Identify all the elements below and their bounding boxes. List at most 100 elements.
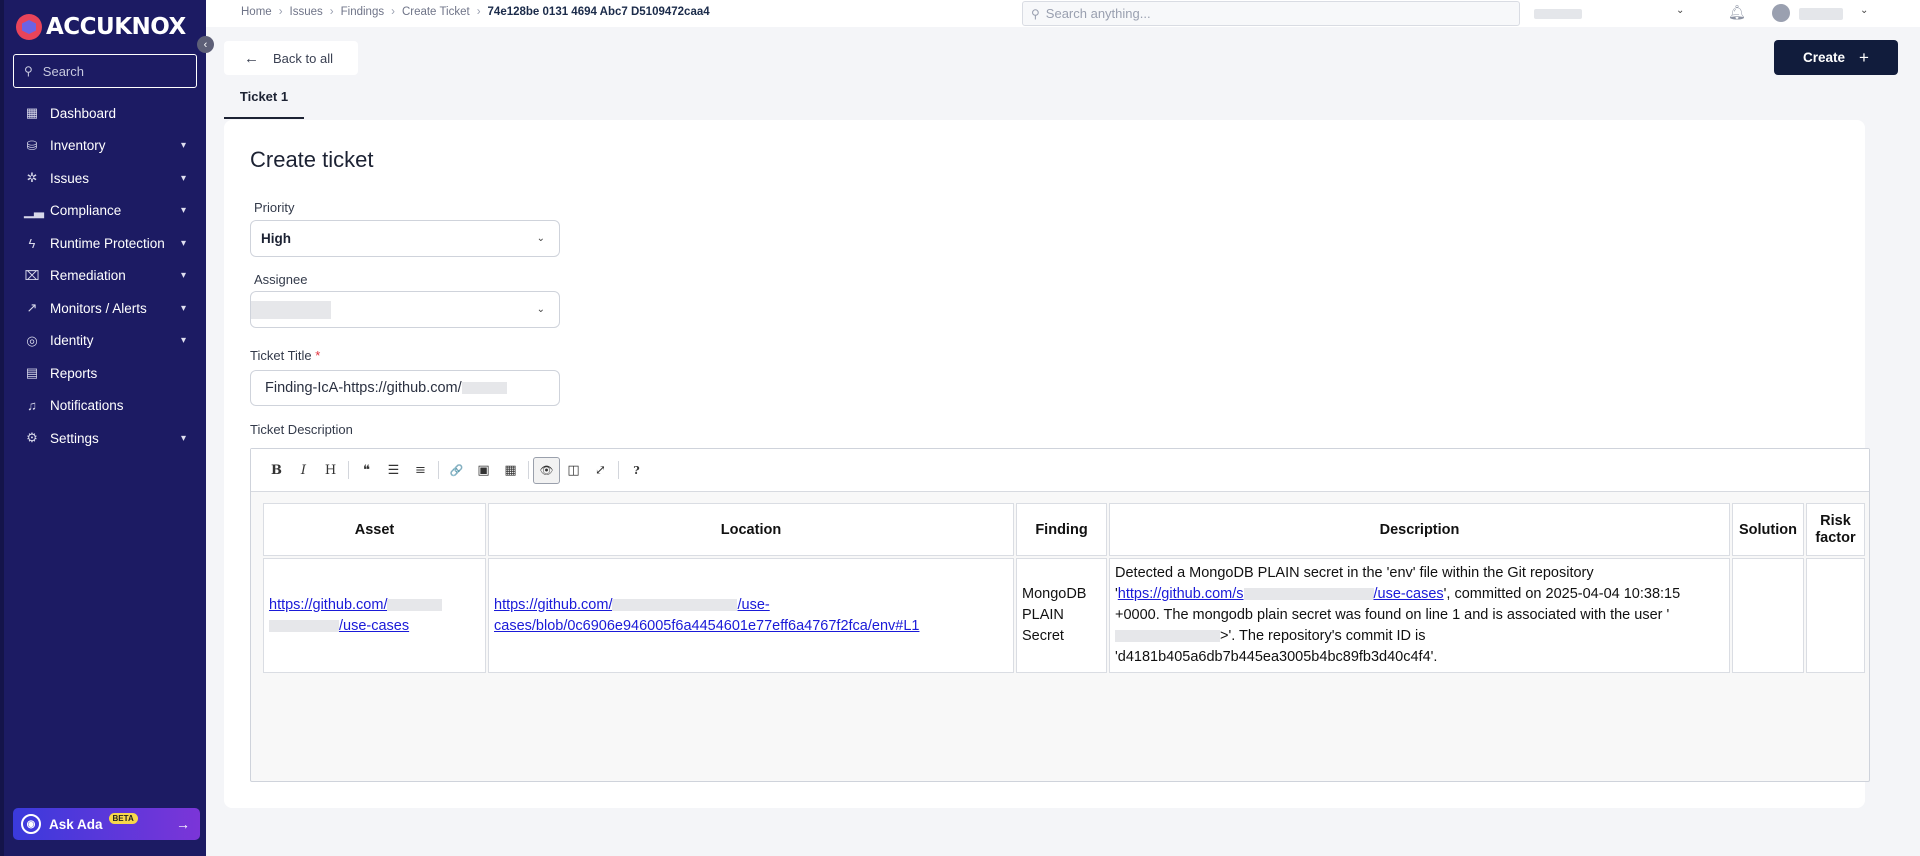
redacted-text bbox=[612, 598, 738, 611]
ticket-description-label: Ticket Description bbox=[250, 422, 353, 437]
ticket-title-input[interactable]: Finding-IcA-https://github.com/ bbox=[250, 370, 560, 406]
collapse-sidebar-button[interactable]: ‹ bbox=[197, 36, 214, 53]
risk-factor-cell bbox=[1806, 558, 1865, 673]
beta-badge: BETA bbox=[108, 812, 138, 824]
chevron-down-icon: ▾ bbox=[180, 140, 186, 152]
breadcrumb-separator-icon: › bbox=[476, 6, 481, 18]
user-name-redacted[interactable] bbox=[1799, 8, 1843, 20]
inventory-icon: ⛁ bbox=[26, 137, 38, 153]
help-icon[interactable]: ? bbox=[623, 457, 650, 484]
search-icon: ⚲ bbox=[1031, 6, 1040, 21]
accuknox-logo-icon bbox=[16, 14, 42, 40]
breadcrumb-findings[interactable]: Findings bbox=[341, 6, 384, 18]
sidebar-item-identity[interactable]: ◎ Identity ▾ bbox=[4, 325, 206, 358]
sidebar-item-settings[interactable]: ⚙ Settings ▾ bbox=[4, 422, 206, 455]
asset-link[interactable]: https://github.com/ /use-cases bbox=[269, 597, 443, 634]
assignee-value bbox=[251, 300, 331, 319]
tenant-selector-redacted[interactable] bbox=[1534, 9, 1582, 19]
repository-link-text: https://github.com/s bbox=[1117, 586, 1244, 602]
asset-cell: https://github.com/ /use-cases bbox=[263, 558, 486, 673]
priority-label: Priority bbox=[254, 200, 295, 215]
repository-link[interactable]: https://github.com/s/use-cases bbox=[1118, 586, 1444, 602]
sidebar-item-label: Identity bbox=[50, 333, 94, 349]
image-icon[interactable]: ▣ bbox=[470, 457, 497, 484]
required-marker: * bbox=[315, 348, 321, 363]
arrow-right-icon: → bbox=[176, 816, 190, 832]
ordered-list-icon[interactable]: ≡ bbox=[407, 457, 434, 484]
editor-toolbar: B I H ❝ ☰ ≡ 🔗 ▣ ▦ 👁 ◫ ⤢ ? bbox=[251, 449, 1869, 492]
priority-value: High bbox=[261, 231, 291, 246]
breadcrumb-home[interactable]: Home bbox=[241, 6, 272, 18]
italic-icon[interactable]: I bbox=[290, 457, 317, 484]
toolbar-divider bbox=[438, 461, 439, 479]
table-header: Location bbox=[488, 503, 1014, 556]
breadcrumb-separator-icon: › bbox=[391, 6, 395, 18]
breadcrumb-current: 74e128be 0131 4694 Abc7 D5109472caa4 bbox=[487, 6, 710, 18]
sidebar-item-label: Inventory bbox=[50, 138, 106, 154]
table-header: Finding bbox=[1016, 503, 1107, 556]
sidebar-item-dashboard[interactable]: ▦ Dashboard bbox=[4, 97, 206, 130]
create-ticket-card: Create ticket Priority High ⌄ Assignee ⌄… bbox=[224, 120, 1870, 808]
chevron-down-icon: ▾ bbox=[180, 270, 186, 282]
chevron-down-icon: ▾ bbox=[180, 205, 186, 217]
report-icon: ▤ bbox=[25, 365, 39, 381]
create-label: Create bbox=[1803, 50, 1846, 65]
sidebar: ACCUKNOX ‹ ⚲ Search ▦ Dashboard ⛁ Inventor… bbox=[0, 0, 214, 856]
ticket-title-value: Finding-IcA-https://github.com/ bbox=[265, 380, 462, 396]
findings-table: Asset Location Finding Description Solut… bbox=[261, 501, 1867, 675]
ask-ada-button[interactable]: ◉ Ask Ada BETA → bbox=[13, 808, 200, 840]
side-by-side-icon[interactable]: ◫ bbox=[560, 457, 587, 484]
fullscreen-icon[interactable]: ⤢ bbox=[587, 457, 614, 484]
location-cell: https://github.com/ /use-cases/blob/0c690… bbox=[488, 558, 1014, 673]
heading-icon[interactable]: H bbox=[317, 457, 344, 484]
chevron-down-icon[interactable]: ⌄ bbox=[1860, 5, 1868, 16]
sidebar-item-remediation[interactable]: ⌧ Remediation ▾ bbox=[4, 260, 206, 293]
compliance-icon: ▁▃ bbox=[24, 202, 44, 218]
global-search-input[interactable]: ⚲ Search anything... bbox=[1022, 1, 1520, 26]
preview-icon[interactable]: 👁 bbox=[533, 456, 560, 484]
location-link[interactable]: https://github.com/ /use-cases/blob/0c690… bbox=[494, 597, 919, 634]
top-bar: Home › Issues › Findings › Create Ticket › 7… bbox=[206, 0, 1920, 27]
bug-icon: ✲ bbox=[26, 170, 38, 186]
runtime-icon: ϟ bbox=[28, 235, 36, 251]
sidebar-item-inventory[interactable]: ⛁ Inventory ▾ bbox=[4, 130, 206, 163]
location-link-text: /use- bbox=[737, 596, 770, 613]
sidebar-nav: ▦ Dashboard ⛁ Inventory ▾ ✲ Issues ▾ ▁▃ Compli… bbox=[4, 97, 206, 455]
brand-logo[interactable]: ACCUKNOX bbox=[4, 0, 206, 54]
sidebar-item-issues[interactable]: ✲ Issues ▾ bbox=[4, 162, 206, 195]
sidebar-item-reports[interactable]: ▤ Reports bbox=[4, 357, 206, 390]
chevron-down-icon: ▾ bbox=[180, 432, 186, 444]
breadcrumb-create-ticket[interactable]: Create Ticket bbox=[402, 6, 470, 18]
breadcrumb: Home › Issues › Findings › Create Ticket › 7… bbox=[241, 6, 710, 18]
chevron-down-icon[interactable]: ⌄ bbox=[1676, 5, 1684, 16]
priority-select[interactable]: High ⌄ bbox=[250, 220, 560, 257]
chart-line-icon: ↗ bbox=[26, 300, 38, 316]
tab-ticket-1[interactable]: Ticket 1 bbox=[224, 87, 304, 119]
link-icon[interactable]: 🔗 bbox=[443, 457, 470, 484]
notification-bell-icon[interactable]: 🔔︎ bbox=[1728, 4, 1746, 21]
solution-cell bbox=[1732, 558, 1804, 673]
redacted-text bbox=[1243, 588, 1374, 601]
unordered-list-icon[interactable]: ☰ bbox=[380, 457, 407, 484]
sidebar-item-notifications[interactable]: ♫ Notifications bbox=[4, 390, 206, 423]
avatar[interactable] bbox=[1772, 4, 1790, 22]
sidebar-search-placeholder: Search bbox=[42, 63, 84, 79]
location-link-text: cases/blob/0c6906e946005f6a4454601e77eff… bbox=[494, 617, 920, 634]
ask-ada-label: Ask Ada bbox=[49, 816, 103, 832]
sidebar-item-runtime-protection[interactable]: ϟ Runtime Protection ▾ bbox=[4, 227, 206, 260]
assignee-select[interactable]: ⌄ bbox=[250, 291, 560, 328]
create-button[interactable]: Create + bbox=[1774, 40, 1898, 75]
quote-icon[interactable]: ❝ bbox=[353, 457, 380, 484]
sidebar-item-monitors-alerts[interactable]: ↗ Monitors / Alerts ▾ bbox=[4, 292, 206, 325]
table-icon[interactable]: ▦ bbox=[497, 457, 524, 484]
markdown-editor[interactable]: B I H ❝ ☰ ≡ 🔗 ▣ ▦ 👁 ◫ ⤢ ? Asset Location bbox=[250, 448, 1870, 782]
sidebar-item-label: Runtime Protection bbox=[50, 235, 165, 251]
global-search-placeholder: Search anything... bbox=[1045, 6, 1151, 21]
table-header: Description bbox=[1109, 503, 1730, 556]
bold-icon[interactable]: B bbox=[263, 457, 290, 484]
plus-icon: + bbox=[1859, 47, 1869, 67]
sidebar-search-input[interactable]: ⚲ Search bbox=[13, 54, 197, 88]
breadcrumb-issues[interactable]: Issues bbox=[290, 6, 323, 18]
sidebar-item-compliance[interactable]: ▁▃ Compliance ▾ bbox=[4, 195, 206, 228]
back-to-all-button[interactable]: ← Back to all bbox=[224, 41, 358, 75]
